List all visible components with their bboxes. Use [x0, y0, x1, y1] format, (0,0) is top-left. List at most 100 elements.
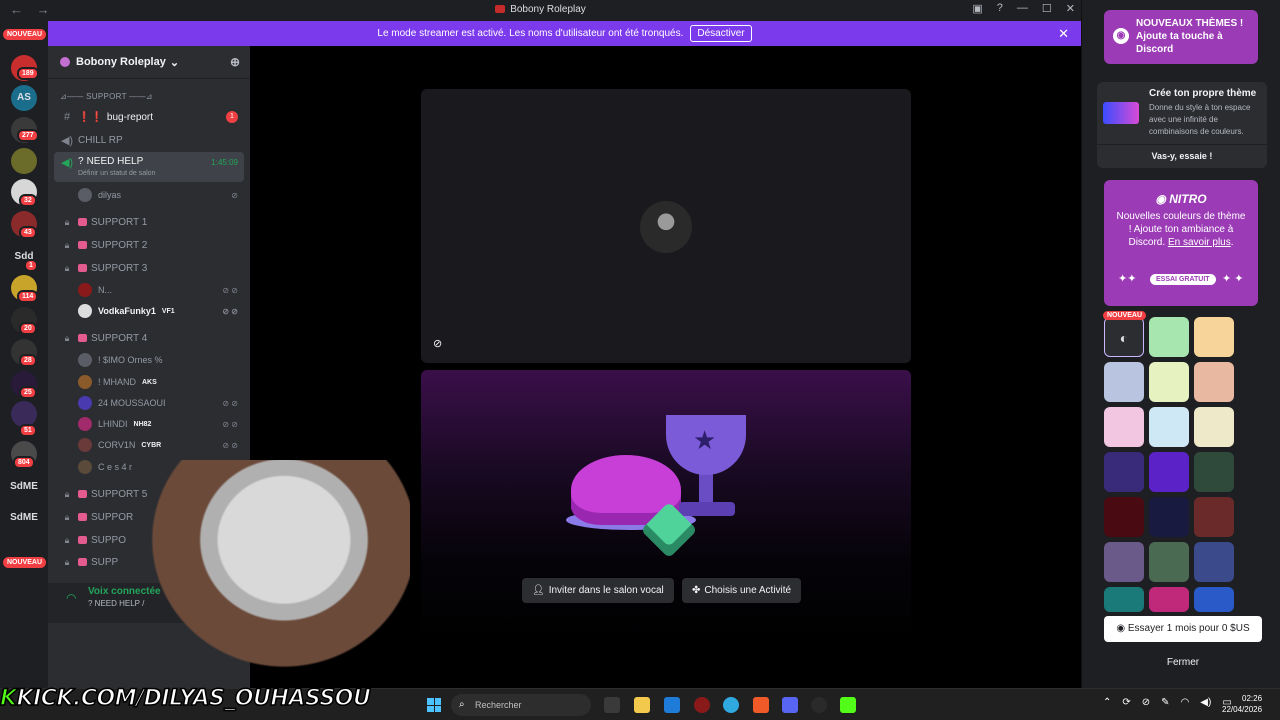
- channel-need-help[interactable]: ◀) ? NEED HELP 1:45:09 Définir un statut…: [54, 152, 244, 182]
- category-support[interactable]: ⊿—— SUPPORT ——⊿: [60, 92, 153, 101]
- channel-bug-report[interactable]: # ❗❗ bug-report 1: [54, 107, 244, 127]
- help-icon[interactable]: ?: [997, 2, 1003, 15]
- edge-icon[interactable]: [723, 697, 739, 713]
- lock-icon: 🔒︎: [64, 216, 70, 227]
- new-badge: NOUVEAU: [1103, 311, 1147, 320]
- close-panel-button[interactable]: Fermer: [1104, 652, 1262, 674]
- start-button[interactable]: [427, 698, 441, 712]
- theme-swatch[interactable]: [1194, 452, 1234, 492]
- channel-support-3[interactable]: 🔒︎ SUPPORT 3: [54, 258, 244, 278]
- call-timer: 1:45:09: [211, 158, 238, 167]
- voice-user[interactable]: N... ⊘ ⊘: [78, 280, 238, 300]
- task-view-icon[interactable]: [604, 697, 620, 713]
- theme-swatch[interactable]: [1149, 317, 1189, 357]
- server-icon[interactable]: [11, 148, 37, 174]
- theme-swatch[interactable]: [1149, 407, 1189, 447]
- theme-swatch[interactable]: [1149, 497, 1189, 537]
- theme-swatch[interactable]: [1104, 542, 1144, 582]
- muted-icon: ⊘: [433, 338, 443, 350]
- custom-theme-swatch[interactable]: ◐: [1104, 317, 1144, 357]
- theme-swatch[interactable]: [1104, 587, 1144, 612]
- theme-swatch[interactable]: [1194, 407, 1234, 447]
- channel-chill-rp[interactable]: ◀) CHILL RP: [54, 130, 244, 150]
- maximize-button[interactable]: ☐: [1042, 2, 1052, 15]
- learn-more-link[interactable]: En savoir plus: [1168, 237, 1231, 248]
- invite-voice-button[interactable]: 👤︎ Inviter dans le salon vocal: [522, 578, 674, 603]
- theme-swatch[interactable]: [1149, 452, 1189, 492]
- lock-icon: 🔒︎: [64, 511, 70, 522]
- theme-swatch[interactable]: [1104, 407, 1144, 447]
- pen-icon[interactable]: ✎: [1161, 697, 1169, 708]
- avatar: [78, 417, 92, 431]
- app-icon[interactable]: [694, 697, 710, 713]
- invite-user-icon[interactable]: ⊕: [230, 55, 240, 69]
- nitro-description: Nouvelles couleurs de thème ! Ajoute ton…: [1116, 211, 1246, 248]
- voice-user[interactable]: dilyas ⊘: [78, 185, 238, 205]
- theme-swatch[interactable]: [1194, 542, 1234, 582]
- channel-support-4[interactable]: 🔒︎ SUPPORT 4: [54, 328, 244, 348]
- lock-icon: 🔒︎: [64, 332, 70, 343]
- taskbar-search[interactable]: ⌕ Rechercher: [451, 694, 591, 716]
- search-icon: ⌕: [459, 699, 465, 710]
- inbox-icon[interactable]: ▣: [972, 2, 982, 15]
- kick-icon[interactable]: [840, 697, 856, 713]
- avatar: [78, 438, 92, 452]
- discord-icon[interactable]: [782, 697, 798, 713]
- server-label[interactable]: SdME: [4, 481, 44, 492]
- server-label: Sdd: [14, 251, 34, 262]
- theme-swatch[interactable]: [1104, 497, 1144, 537]
- unread-badge: 1: [226, 111, 238, 123]
- theme-swatch[interactable]: [1194, 317, 1234, 357]
- voice-user[interactable]: ! $IMO Ornes %: [78, 350, 238, 370]
- theme-swatch[interactable]: [1194, 497, 1234, 537]
- theme-swatch[interactable]: [1194, 362, 1234, 402]
- activity-icon: ✤: [692, 585, 701, 596]
- channel-support-1[interactable]: 🔒︎ SUPPORT 1: [54, 212, 244, 232]
- theme-swatch[interactable]: [1149, 362, 1189, 402]
- voice-user[interactable]: VodkaFunky1 VF1 ⊘ ⊘: [78, 301, 238, 321]
- create-theme-card: Crée ton propre thème Donne du style à t…: [1097, 82, 1267, 168]
- brave-icon[interactable]: [753, 697, 769, 713]
- store-icon[interactable]: [664, 697, 680, 713]
- sos-icon: [78, 241, 87, 249]
- lock-icon: 🔒︎: [64, 556, 70, 567]
- new-themes-promo[interactable]: ◉ NOUVEAUX THÈMES ! Ajoute ta touche à D…: [1104, 10, 1258, 64]
- illustration-trophy-base: [679, 502, 735, 516]
- theme-swatch[interactable]: [1104, 362, 1144, 402]
- voice-user[interactable]: 24 MOUSSAOUI ⊘ ⊘: [78, 393, 238, 413]
- voice-user[interactable]: LHINDI NH82 ⊘ ⊘: [78, 414, 238, 434]
- channel-support-2[interactable]: 🔒︎ SUPPORT 2: [54, 235, 244, 255]
- wifi-icon[interactable]: ◠: [1181, 697, 1190, 708]
- speaker-icon: ◀): [60, 157, 74, 169]
- unread-badge: 20: [19, 322, 37, 335]
- channel-status[interactable]: Définir un statut de salon: [78, 170, 155, 177]
- close-icon[interactable]: ✕: [1058, 26, 1069, 42]
- try-it-button[interactable]: Vas-y, essaie !: [1097, 144, 1267, 166]
- sos-icon: [78, 490, 87, 498]
- file-explorer-icon[interactable]: [634, 697, 650, 713]
- disable-streamer-button[interactable]: Désactiver: [690, 25, 752, 42]
- theme-swatch[interactable]: [1149, 542, 1189, 582]
- theme-swatch[interactable]: [1194, 587, 1234, 612]
- minimize-button[interactable]: —: [1017, 2, 1028, 15]
- theme-swatch[interactable]: [1149, 587, 1189, 612]
- server-label[interactable]: SdME: [4, 512, 44, 523]
- bell-off-icon[interactable]: ⊘: [1142, 697, 1150, 708]
- voice-user[interactable]: CORV1N CYBR ⊘ ⊘: [78, 435, 238, 455]
- sync-icon[interactable]: ⟳: [1122, 697, 1130, 708]
- choose-activity-button[interactable]: ✤ Choisis une Activité: [682, 578, 802, 603]
- muted-icon: ⊘ ⊘: [222, 419, 238, 429]
- obs-icon[interactable]: [811, 697, 827, 713]
- lock-icon: 🔒︎: [64, 488, 70, 499]
- video-tile[interactable]: ⊘: [421, 89, 911, 363]
- chevron-up-icon[interactable]: ⌃: [1103, 697, 1111, 708]
- volume-icon[interactable]: ◀): [1200, 697, 1211, 708]
- avatar: [78, 283, 92, 297]
- title-bar: ← → Bobony Roleplay ▣ ? — ☐ ✕: [0, 0, 1081, 21]
- clock[interactable]: 02:26 22/04/2026: [1222, 693, 1262, 715]
- close-window-button[interactable]: ✕: [1066, 2, 1075, 15]
- guild-header[interactable]: Bobony Roleplay ⌄ ⊕: [48, 46, 250, 79]
- try-nitro-button[interactable]: ◉ Essayer 1 mois pour 0 $US: [1104, 616, 1262, 642]
- voice-user[interactable]: ! MHAND AKS: [78, 372, 238, 392]
- theme-swatch[interactable]: [1104, 452, 1144, 492]
